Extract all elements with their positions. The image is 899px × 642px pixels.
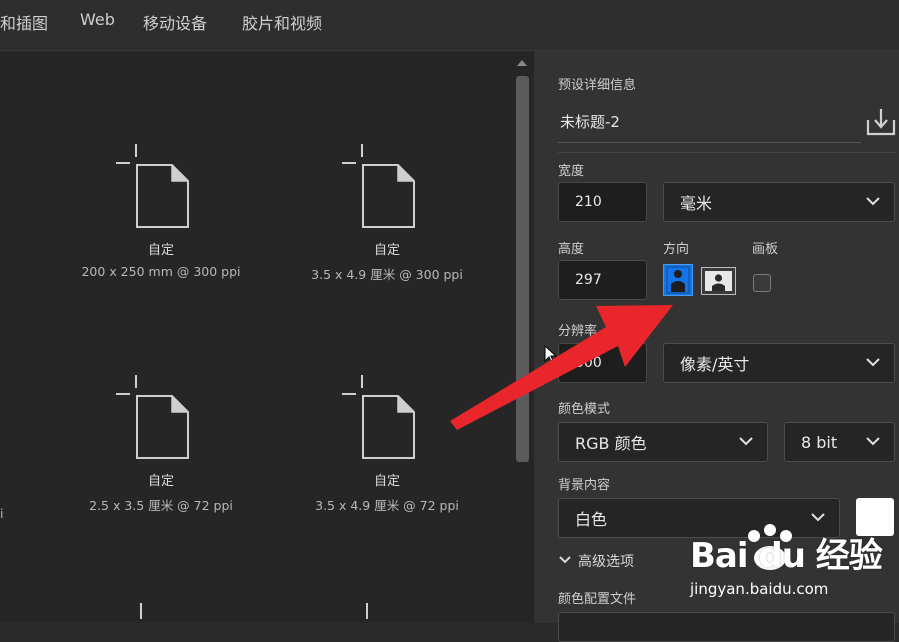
section-title: 预设详细信息 xyxy=(558,78,637,93)
color-mode-select[interactable]: RGB 颜色 xyxy=(558,422,768,462)
preset-crop-mark xyxy=(366,603,368,619)
chevron-down-icon xyxy=(866,358,880,367)
width-label: 宽度 xyxy=(558,164,585,179)
color-profile-select[interactable] xyxy=(558,612,895,642)
background-value: 白色 xyxy=(575,510,608,529)
chevron-down-icon xyxy=(811,513,825,522)
preset-title: 自定 xyxy=(373,474,400,489)
preset-card[interactable]: 自定 3.5 x 4.9 厘米 @ 300 ppi xyxy=(287,143,487,283)
preset-crop-mark xyxy=(140,603,142,619)
preset-size: 3.5 x 4.9 厘米 @ 72 ppi xyxy=(315,498,459,513)
save-preset-icon[interactable] xyxy=(866,108,896,136)
bit-depth-select[interactable]: 8 bit xyxy=(784,422,895,462)
preset-card[interactable]: 自定 200 x 250 mm @ 300 ppi xyxy=(61,143,261,279)
scroll-up-arrow-icon[interactable] xyxy=(517,60,527,66)
resolution-unit-value: 像素/英寸 xyxy=(680,355,750,374)
preset-size: 3.5 x 4.9 厘米 @ 300 ppi xyxy=(311,267,463,282)
preset-size: 2.5 x 3.5 厘米 @ 72 ppi xyxy=(89,498,233,513)
chevron-down-icon xyxy=(559,556,571,564)
preset-size: 200 x 250 mm @ 300 ppi xyxy=(81,264,241,279)
watermark-url: jingyan.baidu.com xyxy=(690,580,829,598)
landscape-person-icon xyxy=(705,271,732,291)
height-label: 高度 xyxy=(558,242,585,257)
preset-title: 自定 xyxy=(147,243,174,258)
clipped-preset-text: i xyxy=(0,506,4,521)
portrait-orientation-button[interactable] xyxy=(663,264,693,296)
artboard-checkbox[interactable] xyxy=(753,274,771,292)
bit-depth-value: 8 bit xyxy=(801,432,838,452)
blank-document-icon xyxy=(116,375,189,459)
resolution-input[interactable]: 300 xyxy=(558,343,647,383)
landscape-orientation-button[interactable] xyxy=(701,267,736,295)
mouse-cursor-icon xyxy=(544,345,558,365)
artboard-label: 画板 xyxy=(752,242,779,257)
chevron-down-icon xyxy=(866,437,880,446)
width-unit-select[interactable]: 毫米 xyxy=(663,182,895,222)
document-name-underline xyxy=(558,142,861,143)
resolution-label: 分辨率 xyxy=(558,324,598,339)
preset-category-tabs: 和插图 Web 移动设备 胶片和视频 xyxy=(0,0,899,51)
preset-title: 自定 xyxy=(373,243,400,258)
preset-grid xyxy=(0,51,512,623)
blank-document-icon xyxy=(342,144,415,228)
orientation-label: 方向 xyxy=(663,242,690,257)
preset-title: 自定 xyxy=(147,474,174,489)
color-mode-label: 颜色模式 xyxy=(558,402,611,417)
scrollbar-thumb[interactable] xyxy=(516,76,529,462)
tab-web[interactable]: Web xyxy=(80,10,115,29)
divider xyxy=(558,152,896,153)
color-mode-value: RGB 颜色 xyxy=(575,434,647,453)
color-profile-label: 颜色配置文件 xyxy=(558,592,637,607)
background-label: 背景内容 xyxy=(558,478,611,493)
tab-film-video[interactable]: 胶片和视频 xyxy=(242,10,322,34)
advanced-options-label: 高级选项 xyxy=(578,554,634,570)
blank-document-icon xyxy=(342,375,415,459)
chevron-down-icon xyxy=(866,197,880,206)
preset-card[interactable]: 自定 3.5 x 4.9 厘米 @ 72 ppi xyxy=(287,374,487,514)
preset-card[interactable]: 自定 2.5 x 3.5 厘米 @ 72 ppi xyxy=(61,374,261,514)
height-input[interactable]: 297 xyxy=(558,260,647,300)
watermark-brand: Bai du 经验 xyxy=(690,536,883,576)
tab-mobile[interactable]: 移动设备 xyxy=(143,10,207,34)
resolution-unit-select[interactable]: 像素/英寸 xyxy=(663,343,895,383)
width-input[interactable]: 210 xyxy=(558,182,647,222)
portrait-person-icon xyxy=(666,266,690,294)
tab-illustration[interactable]: 和插图 xyxy=(0,10,48,34)
width-unit-value: 毫米 xyxy=(680,194,713,213)
chevron-down-icon xyxy=(739,437,753,446)
document-name-input[interactable]: 未标题-2 xyxy=(560,111,620,132)
blank-document-icon xyxy=(116,144,189,228)
